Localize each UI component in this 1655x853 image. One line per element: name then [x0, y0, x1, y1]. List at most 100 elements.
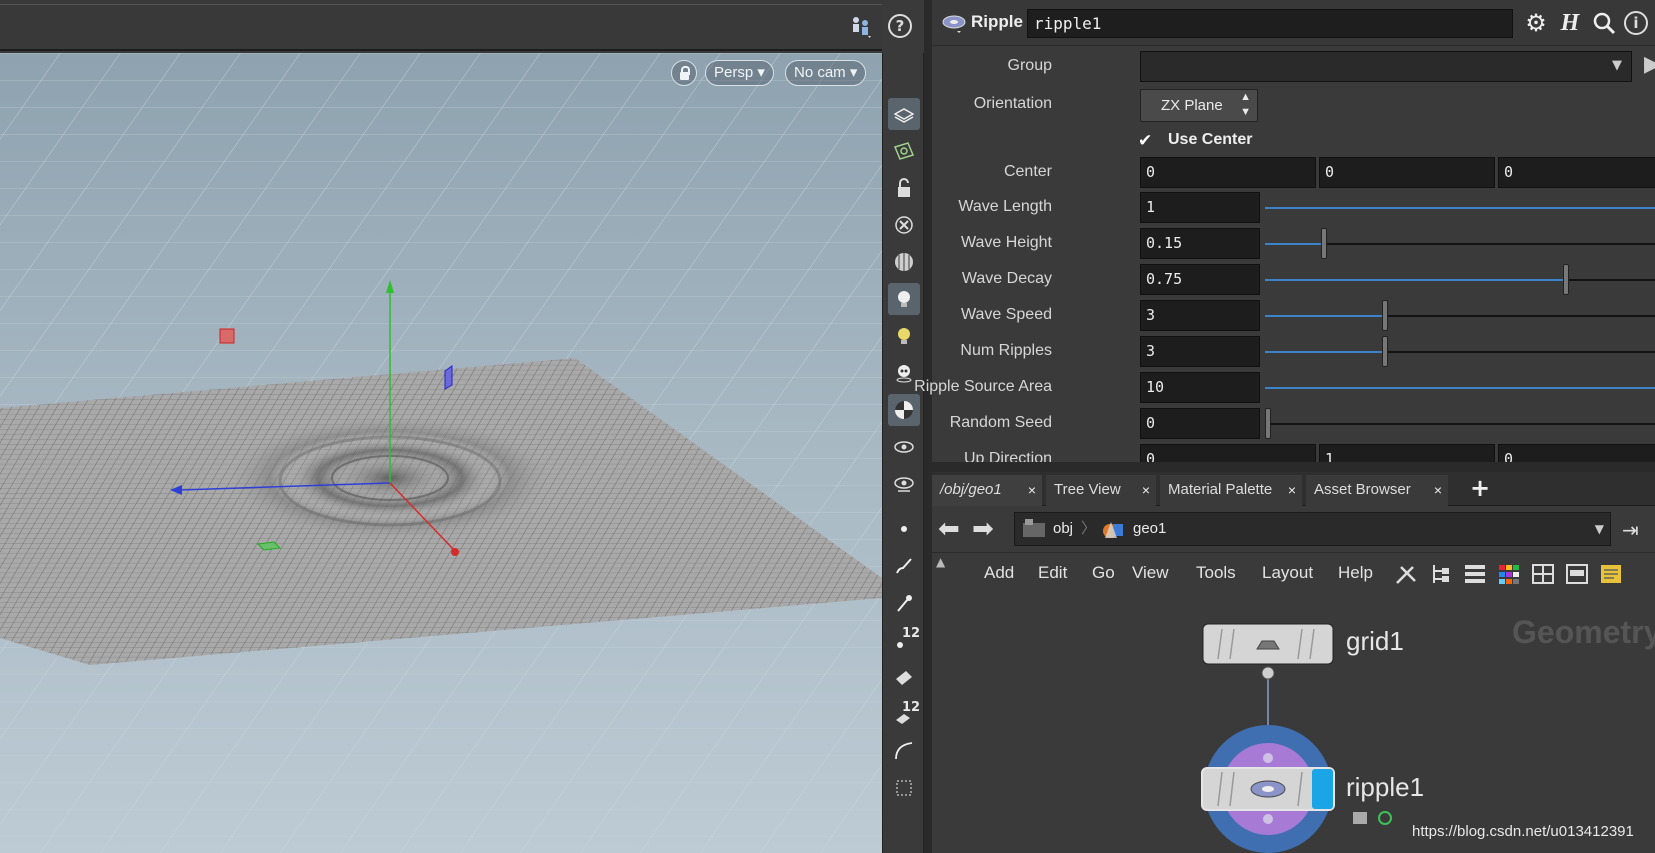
tab-network-geo1[interactable]: /obj/geo1 ×: [932, 475, 1042, 506]
primitive-numbers-button[interactable]: 12: [888, 698, 920, 730]
pane-divider-vertical[interactable]: [924, 0, 932, 853]
close-icon[interactable]: ×: [1028, 475, 1036, 505]
menu-tools[interactable]: Tools: [1196, 563, 1236, 583]
wave-decay-slider[interactable]: [1265, 264, 1655, 295]
gear-icon[interactable]: ⚙: [1522, 9, 1550, 37]
wave-length-slider[interactable]: [1265, 207, 1655, 209]
shading-mode-button[interactable]: [888, 246, 920, 278]
forward-arrow-icon[interactable]: ➡: [972, 516, 1000, 542]
pane-divider-horizontal[interactable]: [932, 462, 1655, 472]
sticky-note-icon[interactable]: [1598, 562, 1624, 586]
add-tab-icon[interactable]: +: [1470, 474, 1490, 502]
network-editor[interactable]: Geometry grid1 ripple1: [932, 594, 1655, 853]
render-region-button[interactable]: [888, 468, 920, 500]
pin-icon[interactable]: ⇥: [1622, 518, 1639, 542]
up-direction-z-field[interactable]: 0: [1498, 444, 1655, 462]
brush-button[interactable]: [888, 550, 920, 582]
lock-camera-button[interactable]: [888, 172, 920, 204]
camera-lock-icon[interactable]: [671, 60, 697, 86]
viewport-3d-scene[interactable]: Persp ▾ No cam ▾: [0, 53, 882, 853]
tree-icon[interactable]: [1428, 562, 1454, 586]
random-seed-field[interactable]: 0: [1140, 408, 1260, 439]
wave-height-slider[interactable]: [1265, 228, 1655, 259]
path-dropdown-icon[interactable]: ▼: [1595, 522, 1604, 536]
shadows-button[interactable]: [888, 394, 920, 426]
camera-eye-icon: [894, 441, 914, 453]
list-view-icon[interactable]: [1462, 562, 1488, 586]
grid1-node: [1202, 623, 1334, 680]
breadcrumb-obj[interactable]: obj: [1053, 513, 1073, 545]
center-y-field[interactable]: 0: [1319, 157, 1495, 188]
group-label: Group: [1007, 57, 1052, 74]
camera-mode-menu[interactable]: Persp ▾: [705, 60, 774, 86]
menu-view[interactable]: View: [1132, 563, 1169, 583]
camera-menu[interactable]: No cam ▾: [785, 60, 867, 86]
wave-height-field[interactable]: 0.15: [1140, 228, 1260, 259]
selection-arrow-icon[interactable]: ▶: [1644, 52, 1655, 77]
close-icon[interactable]: ×: [1288, 475, 1296, 505]
node-name-ripple1[interactable]: ripple1: [1346, 772, 1424, 803]
headlight-button[interactable]: [888, 283, 920, 315]
wave-speed-field[interactable]: 3: [1140, 300, 1260, 331]
ripple-source-area-slider[interactable]: [1265, 387, 1655, 389]
grid-layout-icon[interactable]: [1530, 562, 1556, 586]
primitive-number-label: 12: [902, 700, 921, 715]
center-x-field[interactable]: 0: [1140, 157, 1316, 188]
search-icon[interactable]: [1590, 9, 1618, 37]
ripple-node-icon[interactable]: [941, 12, 967, 34]
ripple-source-area-field[interactable]: 10: [1140, 372, 1260, 403]
center-z-field[interactable]: 0: [1498, 157, 1655, 188]
tools-icon[interactable]: [1394, 562, 1420, 586]
up-direction-y-field[interactable]: 1: [1319, 444, 1495, 462]
up-direction-x-field[interactable]: 0: [1140, 444, 1316, 462]
curve-display-button[interactable]: [888, 735, 920, 767]
wave-length-field[interactable]: 1: [1140, 192, 1260, 223]
help-icon[interactable]: ?: [888, 14, 912, 38]
display-options-icon[interactable]: [848, 14, 874, 40]
menu-edit[interactable]: Edit: [1038, 563, 1067, 583]
network-box-icon[interactable]: [1564, 562, 1590, 586]
menu-layout[interactable]: Layout: [1262, 563, 1313, 583]
color-palette-icon[interactable]: [1496, 562, 1522, 586]
node-name-field[interactable]: ripple1: [1027, 9, 1513, 38]
wave-decay-field[interactable]: 0.75: [1140, 264, 1260, 295]
remove-backfaces-button[interactable]: [888, 209, 920, 241]
tab-material-palette-label: Material Palette: [1168, 481, 1273, 498]
node-name-grid1[interactable]: grid1: [1346, 626, 1404, 657]
tab-asset-browser[interactable]: Asset Browser ×: [1306, 475, 1448, 506]
pick-button[interactable]: [888, 587, 920, 619]
parameter-header: Ripple ripple1 ⚙ H i: [932, 0, 1655, 46]
ghost-other-objects-button[interactable]: [888, 98, 920, 130]
display-geometry-button[interactable]: [888, 135, 920, 167]
menu-go[interactable]: Go: [1092, 563, 1115, 583]
flipbook-button[interactable]: [888, 431, 920, 463]
num-ripples-field[interactable]: 3: [1140, 336, 1260, 367]
point-numbers-button[interactable]: 12: [888, 624, 920, 656]
info-icon[interactable]: i: [1624, 11, 1648, 35]
network-path-bar: ⬅ ➡ obj 〉 geo1 ▼ ⇥: [932, 506, 1655, 552]
num-ripples-slider[interactable]: [1265, 336, 1655, 367]
collapse-icon[interactable]: ▲: [936, 555, 945, 569]
back-arrow-icon[interactable]: ⬅: [938, 516, 966, 542]
normal-lighting-button[interactable]: [888, 320, 920, 352]
tab-material-palette[interactable]: Material Palette ×: [1160, 475, 1302, 506]
primitive-display-button[interactable]: [888, 661, 920, 693]
point-display-button[interactable]: [888, 513, 920, 545]
group-field[interactable]: [1140, 51, 1632, 82]
hull-display-button[interactable]: [888, 772, 920, 804]
close-icon[interactable]: ×: [1142, 475, 1150, 505]
obj-context-icon: [1023, 519, 1045, 537]
orientation-menu[interactable]: ZX Plane ▲ ▼: [1140, 89, 1258, 122]
viewport-render: [0, 53, 882, 853]
menu-help[interactable]: Help: [1338, 563, 1373, 583]
wave-speed-slider[interactable]: [1265, 300, 1655, 331]
tab-tree-view[interactable]: Tree View ×: [1046, 475, 1156, 506]
group-dropdown-icon[interactable]: ▼: [1612, 58, 1622, 73]
use-center-checkbox[interactable]: ✔: [1138, 132, 1156, 150]
checker-sphere-icon: [895, 401, 913, 419]
houdini-help-icon[interactable]: H: [1556, 9, 1584, 37]
menu-add[interactable]: Add: [984, 563, 1014, 583]
breadcrumb-geo1[interactable]: geo1: [1133, 513, 1166, 545]
close-icon[interactable]: ×: [1434, 475, 1442, 505]
random-seed-slider[interactable]: [1265, 408, 1655, 439]
